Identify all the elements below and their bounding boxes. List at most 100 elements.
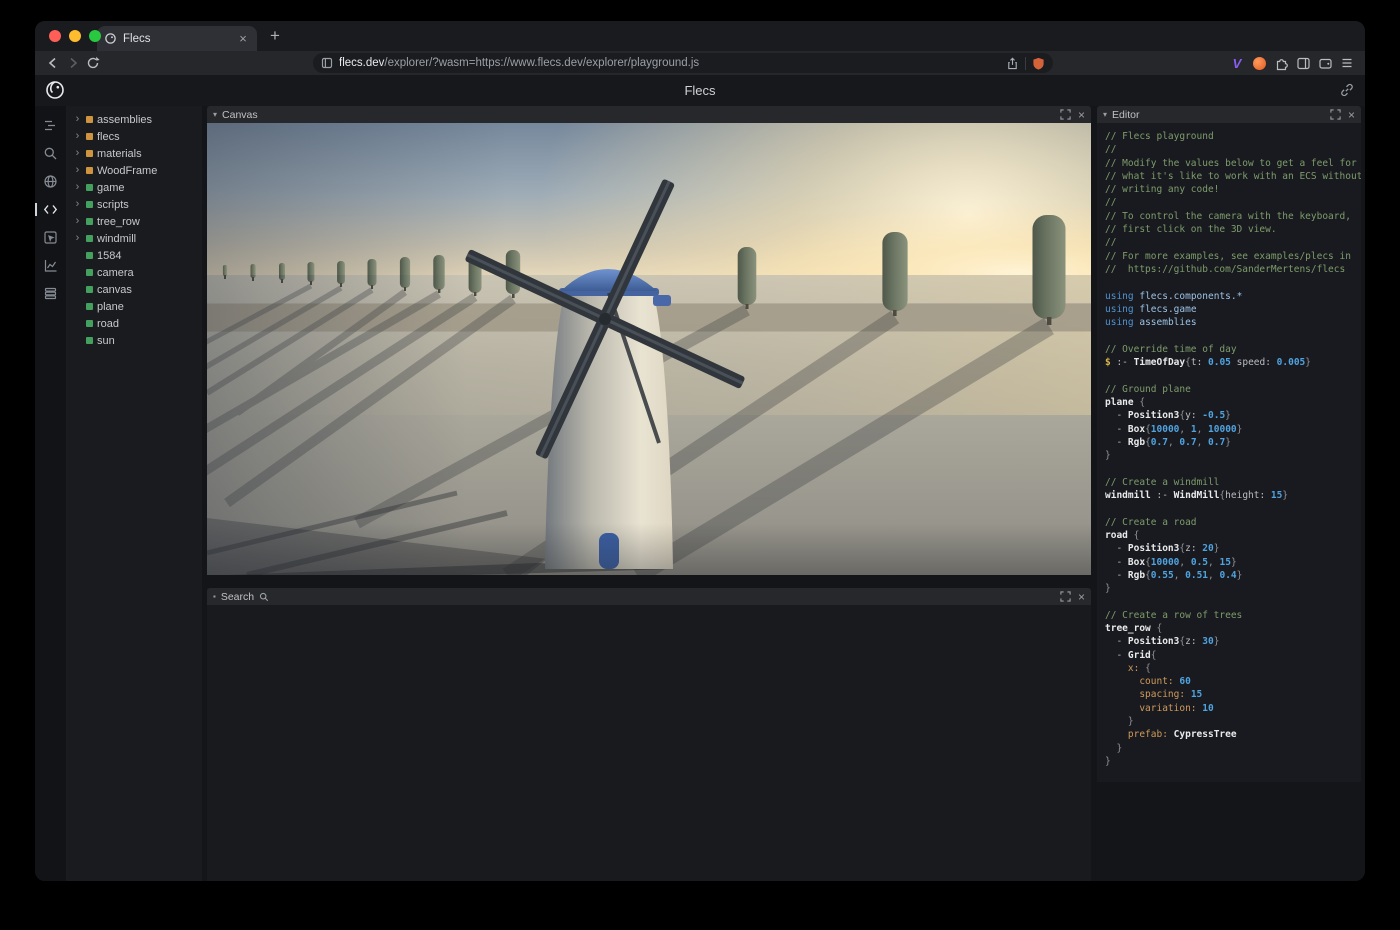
tree-row[interactable]: › scripts	[66, 196, 202, 213]
code-line: - Grid{	[1105, 649, 1361, 662]
expand-chevron-icon[interactable]: ›	[73, 233, 82, 244]
back-button[interactable]	[43, 53, 63, 73]
tree-row[interactable]: sun	[66, 332, 202, 349]
collapse-icon[interactable]: ▾	[1103, 110, 1107, 119]
app-header: Flecs	[35, 75, 1365, 106]
canvas-panel-header[interactable]: ▾ Canvas ×	[207, 106, 1091, 123]
close-window-button[interactable]	[49, 30, 61, 42]
tree-item-label: road	[97, 318, 119, 330]
code-line: count: 60	[1105, 675, 1361, 688]
code-line: // Override time of day	[1105, 343, 1361, 356]
tree-item-label: tree_row	[97, 216, 140, 228]
collapsed-icon[interactable]: ▪	[213, 592, 216, 601]
tree-row[interactable]: › flecs	[66, 128, 202, 145]
fullscreen-icon[interactable]	[1060, 591, 1071, 602]
memory-icon[interactable]	[41, 284, 60, 303]
expand-chevron-icon[interactable]: ›	[73, 131, 82, 142]
expand-chevron-icon[interactable]: ›	[73, 199, 82, 210]
code-line: plane {	[1105, 396, 1361, 409]
fullscreen-icon[interactable]	[1060, 109, 1071, 120]
forward-button[interactable]	[63, 53, 83, 73]
side-panel-icon[interactable]	[1293, 53, 1313, 73]
outline-icon[interactable]	[41, 116, 60, 135]
url-bar[interactable]: flecs.dev/explorer/?wasm=https://www.fle…	[313, 53, 1053, 73]
canvas-panel: ▾ Canvas ×	[207, 106, 1091, 575]
search-results	[207, 605, 1091, 881]
menu-icon[interactable]	[1337, 53, 1357, 73]
share-icon[interactable]	[1006, 57, 1019, 70]
icon-rail	[35, 106, 66, 881]
tree-row[interactable]: camera	[66, 264, 202, 281]
zoom-window-button[interactable]	[89, 30, 101, 42]
search-panel-header[interactable]: ▪ Search ×	[207, 588, 1091, 605]
extensions-puzzle-icon[interactable]	[1271, 53, 1291, 73]
code-line: // Modify the values below to get a feel…	[1105, 157, 1361, 170]
orange-extension-icon[interactable]	[1249, 53, 1269, 73]
search-panel: ▪ Search ×	[207, 588, 1091, 881]
reload-button[interactable]	[83, 53, 103, 73]
brave-shield-icon[interactable]	[1032, 57, 1045, 70]
tree-row[interactable]: 1584	[66, 247, 202, 264]
code-line: - Position3{z: 30}	[1105, 635, 1361, 648]
code-line: // To control the camera with the keyboa…	[1105, 210, 1361, 223]
tab-close-icon[interactable]: ×	[236, 31, 250, 46]
expand-chevron-icon[interactable]: ›	[73, 216, 82, 227]
tree-item-label: assemblies	[97, 114, 152, 126]
close-icon[interactable]: ×	[1348, 109, 1355, 121]
main-area: › assemblies › flecs ›materials›WoodFrame›ga…	[35, 106, 1365, 881]
tab-title: Flecs	[123, 33, 230, 45]
expand-chevron-icon[interactable]: ›	[73, 114, 82, 125]
code-line: }	[1105, 742, 1361, 755]
tab-flecs[interactable]: Flecs ×	[97, 26, 257, 51]
tree-row[interactable]: › assemblies	[66, 111, 202, 128]
collapse-icon[interactable]: ▾	[213, 110, 217, 119]
editor-panel-title: Editor	[1112, 109, 1139, 121]
code-line: - Position3{z: 20}	[1105, 542, 1361, 555]
search-panel-title: Search	[221, 591, 254, 603]
permalink-icon[interactable]	[1339, 82, 1355, 98]
code-line: - Box{10000, 1, 10000}	[1105, 423, 1361, 436]
tree-row[interactable]: plane	[66, 298, 202, 315]
code-line: spacing: 15	[1105, 688, 1361, 701]
entity-square-icon	[86, 218, 93, 225]
tree-row[interactable]: › tree_row	[66, 213, 202, 230]
tab-favicon	[104, 32, 117, 45]
editor-panel-header[interactable]: ▾ Editor ×	[1097, 106, 1361, 123]
bookmark-panel-icon[interactable]	[321, 57, 333, 69]
code-editor[interactable]: // Flecs playground//// Modify the value…	[1097, 123, 1361, 782]
code-line: road {	[1105, 529, 1361, 542]
tree-row[interactable]: ›game	[66, 179, 202, 196]
expand-chevron-icon[interactable]: ›	[73, 165, 82, 176]
code-line: tree_row {	[1105, 622, 1361, 635]
tree-row[interactable]: ›windmill	[66, 230, 202, 247]
tree-row[interactable]: ›materials	[66, 145, 202, 162]
tree-item-label: canvas	[97, 284, 132, 296]
expand-chevron-icon[interactable]: ›	[73, 148, 82, 159]
close-icon[interactable]: ×	[1078, 109, 1085, 121]
tree-item-label: flecs	[97, 131, 120, 143]
v-extension-icon[interactable]: V	[1227, 53, 1247, 73]
code-line: x: {	[1105, 662, 1361, 675]
tab-strip: Flecs × +	[35, 21, 1365, 51]
expand-chevron-icon[interactable]: ›	[73, 182, 82, 193]
code-line: - Box{10000, 0.5, 15}	[1105, 556, 1361, 569]
navigation-toolbar: flecs.dev/explorer/?wasm=https://www.fle…	[35, 51, 1365, 75]
minimize-window-button[interactable]	[69, 30, 81, 42]
code-line: //	[1105, 236, 1361, 249]
tree-item-label: scripts	[97, 199, 129, 211]
stats-icon[interactable]	[41, 256, 60, 275]
new-tab-button[interactable]: +	[263, 24, 287, 48]
fullscreen-icon[interactable]	[1330, 109, 1341, 120]
tree-row[interactable]: canvas	[66, 281, 202, 298]
page-title: Flecs	[35, 83, 1365, 98]
world-icon[interactable]	[41, 172, 60, 191]
tree-item-label: camera	[97, 267, 134, 279]
tree-row[interactable]: road	[66, 315, 202, 332]
close-icon[interactable]: ×	[1078, 591, 1085, 603]
search-icon[interactable]	[41, 144, 60, 163]
3d-viewport[interactable]	[207, 123, 1091, 575]
code-icon[interactable]	[41, 200, 60, 219]
inspector-icon[interactable]	[41, 228, 60, 247]
wallet-icon[interactable]	[1315, 53, 1335, 73]
tree-row[interactable]: ›WoodFrame	[66, 162, 202, 179]
